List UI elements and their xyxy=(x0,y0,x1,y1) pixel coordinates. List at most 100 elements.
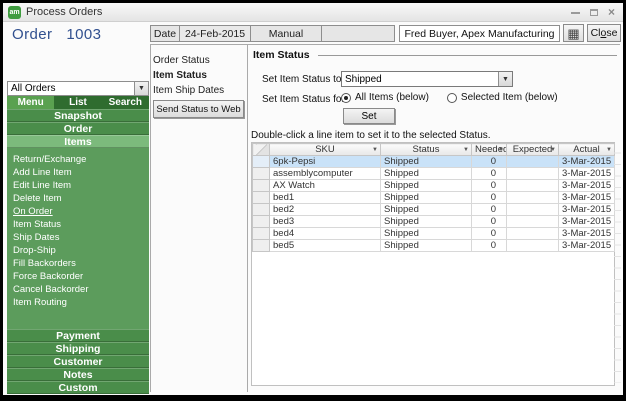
cell-expected[interactable] xyxy=(507,156,559,168)
cell-expected[interactable] xyxy=(507,228,559,240)
cell-actual[interactable]: 3-Mar-2015 xyxy=(559,156,615,168)
table-row[interactable]: assemblycomputerShipped03-Mar-2015 xyxy=(253,168,615,180)
row-selector-cell[interactable] xyxy=(253,216,270,228)
cell-actual[interactable]: 3-Mar-2015 xyxy=(559,240,615,252)
row-selector-cell[interactable] xyxy=(253,156,270,168)
sidebar-section-shipping[interactable]: Shipping xyxy=(7,342,149,355)
sidebar-tab-menu[interactable]: Menu xyxy=(7,96,54,109)
sidebar-section-notes[interactable]: Notes xyxy=(7,368,149,381)
cell-sku[interactable]: bed2 xyxy=(270,204,381,216)
cell-status[interactable]: Shipped xyxy=(381,156,472,168)
minimize-icon[interactable] xyxy=(571,10,580,14)
sidebar-section-snapshot[interactable]: Snapshot xyxy=(7,109,149,122)
cell-actual[interactable]: 3-Mar-2015 xyxy=(559,204,615,216)
column-header-sku[interactable]: SKU▼ xyxy=(270,144,381,156)
item-grid[interactable]: SKU▼Status▼Needed▼Expected▼Actual▼6pk-Pe… xyxy=(251,142,615,386)
cell-actual[interactable]: 3-Mar-2015 xyxy=(559,216,615,228)
cell-expected[interactable] xyxy=(507,216,559,228)
send-status-to-web-button[interactable]: Send Status to Web xyxy=(153,100,244,118)
sidebar-item-on-order[interactable]: On Order xyxy=(13,205,149,218)
column-header-status[interactable]: Status▼ xyxy=(381,144,472,156)
sidebar-section-customer[interactable]: Customer xyxy=(7,355,149,368)
cell-expected[interactable] xyxy=(507,192,559,204)
sidebar-item-force-backorder[interactable]: Force Backorder xyxy=(13,270,149,283)
sidebar-section-order[interactable]: Order xyxy=(7,122,149,135)
sort-arrow-icon[interactable]: ▼ xyxy=(372,147,378,153)
cell-needed[interactable]: 0 xyxy=(472,228,507,240)
table-row[interactable]: bed3Shipped0 3-Mar-2015 xyxy=(253,216,615,228)
cell-status[interactable]: Shipped xyxy=(381,180,472,192)
cell-needed[interactable]: 0 xyxy=(472,240,507,252)
set-button[interactable]: Set xyxy=(343,108,395,124)
cell-needed[interactable]: 0 xyxy=(472,156,507,168)
table-row[interactable]: 6pk-PepsiShipped0 3-Mar-2015 xyxy=(253,156,615,168)
status-nav-order-status[interactable]: Order Status xyxy=(153,53,245,68)
sidebar-tab-list[interactable]: List xyxy=(54,96,101,109)
sidebar-section-items[interactable]: Items xyxy=(7,135,149,148)
sidebar-item-item-status[interactable]: Item Status xyxy=(13,218,149,231)
cell-actual[interactable]: 3-Mar-2015 xyxy=(559,192,615,204)
sidebar-item-add-line-item[interactable]: Add Line Item xyxy=(13,166,149,179)
cell-expected[interactable] xyxy=(507,180,559,192)
sidebar-item-item-routing[interactable]: Item Routing xyxy=(13,296,149,309)
cell-needed[interactable]: 0 xyxy=(472,192,507,204)
sidebar-item-cancel-backorder[interactable]: Cancel Backorder xyxy=(13,283,149,296)
column-header-needed[interactable]: Needed▼ xyxy=(472,144,507,156)
cell-expected[interactable] xyxy=(507,204,559,216)
cell-status[interactable]: Shipped xyxy=(381,168,472,180)
cell-actual[interactable]: 3-Mar-2015 xyxy=(559,168,615,180)
row-selector-cell[interactable] xyxy=(253,240,270,252)
calculator-button[interactable]: ▦ xyxy=(563,24,584,42)
table-row[interactable]: bed2Shipped0 3-Mar-2015 xyxy=(253,204,615,216)
sort-arrow-icon[interactable]: ▼ xyxy=(463,147,469,153)
cell-actual[interactable]: 3-Mar-2015 xyxy=(559,228,615,240)
cell-status[interactable]: Shipped xyxy=(381,240,472,252)
close-button[interactable]: Close xyxy=(587,24,621,42)
cell-sku[interactable]: 6pk-Pepsi xyxy=(270,156,381,168)
status-combo[interactable]: Shipped ▼ xyxy=(341,71,513,87)
radio-selected-item-below-[interactable]: Selected Item (below) xyxy=(447,92,558,103)
cell-actual[interactable]: 3-Mar-2015 xyxy=(559,180,615,192)
cell-sku[interactable]: bed1 xyxy=(270,192,381,204)
row-selector-cell[interactable] xyxy=(253,192,270,204)
sidebar-item-return-exchange[interactable]: Return/Exchange xyxy=(13,153,149,166)
cell-needed[interactable]: 0 xyxy=(472,168,507,180)
close-window-icon[interactable]: × xyxy=(608,7,615,17)
sidebar-item-ship-dates[interactable]: Ship Dates xyxy=(13,231,149,244)
row-selector-cell[interactable] xyxy=(253,204,270,216)
sidebar-section-custom[interactable]: Custom xyxy=(7,381,149,394)
row-selector-cell[interactable] xyxy=(253,180,270,192)
cell-status[interactable]: Shipped xyxy=(381,192,472,204)
sort-arrow-icon[interactable]: ▼ xyxy=(550,147,556,153)
column-header-actual[interactable]: Actual▼ xyxy=(559,144,615,156)
status-nav-item-status[interactable]: Item Status xyxy=(153,68,245,83)
customer-field[interactable]: Fred Buyer, Apex Manufacturing xyxy=(399,25,560,42)
row-selector-cell[interactable] xyxy=(253,228,270,240)
cell-sku[interactable]: bed5 xyxy=(270,240,381,252)
cell-status[interactable]: Shipped xyxy=(381,228,472,240)
sidebar-item-delete-item[interactable]: Delete Item xyxy=(13,192,149,205)
cell-needed[interactable]: 0 xyxy=(472,216,507,228)
sidebar-tab-search[interactable]: Search xyxy=(102,96,149,109)
status-nav-item-ship-dates[interactable]: Item Ship Dates xyxy=(153,83,245,98)
cell-needed[interactable]: 0 xyxy=(472,204,507,216)
date-value[interactable]: 24-Feb-2015 xyxy=(180,25,251,42)
table-row[interactable]: AX WatchShipped03-Mar-2015 xyxy=(253,180,615,192)
sort-arrow-icon[interactable]: ▼ xyxy=(498,147,504,153)
cell-status[interactable]: Shipped xyxy=(381,216,472,228)
chevron-down-icon[interactable]: ▼ xyxy=(134,82,148,95)
cell-status[interactable]: Shipped xyxy=(381,204,472,216)
restore-icon[interactable] xyxy=(590,9,598,16)
cell-sku[interactable]: bed3 xyxy=(270,216,381,228)
sort-arrow-icon[interactable]: ▼ xyxy=(606,147,612,153)
cell-sku[interactable]: bed4 xyxy=(270,228,381,240)
table-row[interactable]: bed4Shipped0 3-Mar-2015 xyxy=(253,228,615,240)
cell-expected[interactable] xyxy=(507,240,559,252)
order-filter-combo[interactable]: All Orders ▼ xyxy=(7,81,149,96)
cell-sku[interactable]: AX Watch xyxy=(270,180,381,192)
radio-all-items-below-[interactable]: All Items (below) xyxy=(341,92,429,103)
sidebar-item-drop-ship[interactable]: Drop-Ship xyxy=(13,244,149,257)
sidebar-item-fill-backorders[interactable]: Fill Backorders xyxy=(13,257,149,270)
cell-expected[interactable] xyxy=(507,168,559,180)
table-row[interactable]: bed1Shipped0 3-Mar-2015 xyxy=(253,192,615,204)
